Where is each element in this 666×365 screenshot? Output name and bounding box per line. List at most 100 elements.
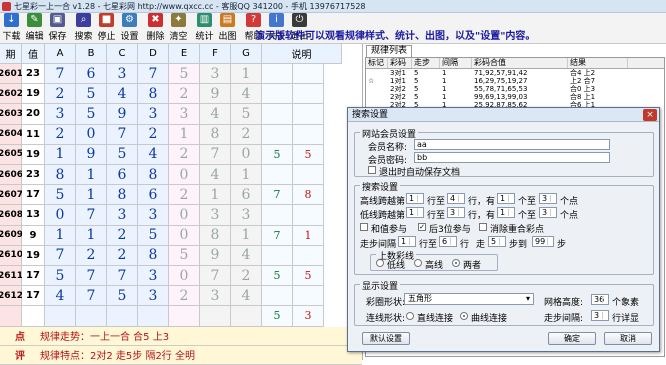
- digit-cell: 9: [107, 104, 138, 125]
- member-name-label: 会员名称:: [368, 143, 408, 153]
- toolbar-button-edit[interactable]: ✎ 编辑: [23, 12, 46, 43]
- last3-participate-checkbox[interactable]: ✓: [418, 223, 426, 231]
- tab-rule-list[interactable]: 规律列表: [366, 45, 413, 57]
- rule-list-cell: 合0 上3: [570, 85, 596, 93]
- connect-curve-radio[interactable]: [460, 312, 468, 320]
- note-cell: 5: [262, 266, 293, 287]
- digit-cell: [200, 306, 231, 327]
- period-cell: 2609: [0, 225, 23, 246]
- digit-cell: 1: [231, 225, 262, 246]
- step-text-4: 步到: [509, 240, 528, 250]
- display-group-label: 显示设置: [360, 279, 401, 292]
- step-text-2: 行: [460, 240, 470, 250]
- sum-value-cell: 19: [22, 84, 45, 105]
- rule-list-cell: 1对1: [390, 77, 406, 85]
- rule-list-column-header[interactable]: 标记: [366, 58, 388, 68]
- step-to-spinner[interactable]: 6: [439, 236, 457, 247]
- digit-cell: 2: [138, 124, 169, 145]
- high-to-count-spinner[interactable]: 3: [539, 193, 557, 204]
- toolbar-button-search[interactable]: ⌕ 搜索: [72, 12, 95, 43]
- save-icon: ▣: [50, 13, 65, 27]
- low-text-4: 个点: [560, 211, 579, 221]
- rule-list-cell: 5: [414, 77, 419, 85]
- digit-cell: 5: [76, 104, 107, 125]
- default-settings-button[interactable]: 默认设置: [362, 332, 410, 345]
- digit-cell: 7: [200, 144, 231, 165]
- toolbar-button-clear[interactable]: ✦ 清空: [167, 12, 190, 43]
- line-both-radio[interactable]: [452, 259, 460, 267]
- digit-cell: 3: [107, 64, 138, 85]
- note-cell: [262, 205, 293, 226]
- digit-cell: 8: [45, 165, 76, 186]
- grid-height-spinner[interactable]: 36: [591, 294, 609, 305]
- digit-cell: 2: [45, 124, 76, 145]
- step-text-3: 走: [476, 240, 486, 250]
- rule-list-column-header[interactable]: 间隔: [440, 58, 472, 68]
- digit-cell: 4: [200, 104, 231, 125]
- autosave-label: 退出时自动保存文档: [379, 168, 461, 178]
- high-line-label: 高线跨越第: [360, 197, 406, 207]
- rule-list-row[interactable]: 2对2 5 1 55,78,71,65,53 合0 上3: [366, 85, 664, 93]
- step-max-spinner[interactable]: 99: [532, 236, 554, 247]
- sum-participate-checkbox[interactable]: [360, 223, 368, 231]
- digit-cell: 5: [169, 245, 200, 266]
- digit-cell: 1: [200, 185, 231, 206]
- step-gap-display-spinner[interactable]: 3: [591, 310, 609, 321]
- rule-list-column-header[interactable]: 走步: [412, 58, 440, 68]
- low-from-count-spinner[interactable]: 1: [497, 207, 515, 218]
- high-from-count-spinner[interactable]: 1: [497, 193, 515, 204]
- note-cell: [293, 64, 324, 85]
- rule-list-column-header[interactable]: 彩码合值: [472, 58, 568, 68]
- period-cell: 2602: [0, 84, 23, 105]
- period-cell: [0, 306, 22, 327]
- close-icon[interactable]: ×: [643, 109, 657, 121]
- note-cell: 7: [262, 225, 293, 246]
- digit-cell: 6: [76, 64, 107, 85]
- rule-list-column-header[interactable]: 彩码: [388, 58, 412, 68]
- remove-overlap-checkbox[interactable]: [479, 223, 487, 231]
- toolbar-button-save[interactable]: ▣ 保存: [46, 12, 69, 43]
- digit-cell: [76, 306, 107, 327]
- shape-select[interactable]: 五角形 ▾: [404, 293, 534, 305]
- column-header: 期: [0, 44, 22, 64]
- rule-list-cell: 3对1: [390, 69, 406, 77]
- note-cell: [293, 286, 324, 307]
- toolbar-button-stop[interactable]: ■ 停止: [95, 12, 118, 43]
- rule-list-row[interactable]: 2对2 5 1 99,69,13,99,03 合8 上1: [366, 93, 664, 101]
- toolbar-button-download[interactable]: ↓ 下载: [0, 12, 23, 43]
- low-from-row-spinner[interactable]: 1: [406, 207, 424, 218]
- low-to-row-spinner[interactable]: 3: [447, 207, 465, 218]
- high-from-row-spinner[interactable]: 1: [406, 193, 424, 204]
- step-from-spinner[interactable]: 1: [398, 236, 416, 247]
- cancel-button[interactable]: 取消: [604, 332, 652, 345]
- column-header: 说明: [262, 44, 342, 64]
- rule-list-row[interactable]: 3对1 5 1 71,92,57,91,42 合4 上2: [366, 69, 664, 77]
- toolbar-button-stats[interactable]: ▥ 统计: [193, 12, 216, 43]
- digit-cell: 2: [169, 144, 200, 165]
- member-password-input[interactable]: bb: [414, 152, 610, 163]
- digit-cell: 3: [200, 286, 231, 307]
- rule-list-row[interactable]: ☆ 1对1 5 1 16,29,75,19,27 上2 合7: [366, 77, 664, 85]
- rule-list-cell: 99,69,13,99,03: [474, 93, 528, 101]
- period-cell: 2604: [0, 124, 23, 145]
- note-cell: [293, 124, 324, 145]
- period-cell: 2610: [0, 245, 23, 266]
- period-cell: 2601: [0, 64, 23, 85]
- ok-button[interactable]: 确定: [548, 332, 596, 345]
- low-to-count-spinner[interactable]: 3: [539, 207, 557, 218]
- member-name-input[interactable]: aa: [414, 139, 610, 150]
- line-low-radio[interactable]: [376, 259, 384, 267]
- autosave-checkbox[interactable]: [368, 166, 376, 174]
- connect-straight-radio[interactable]: [406, 312, 414, 320]
- line-high-radio[interactable]: [414, 259, 422, 267]
- high-to-row-spinner[interactable]: 4: [447, 193, 465, 204]
- digit-cell: 7: [45, 245, 76, 266]
- toolbar-button-settings[interactable]: ⚙ 设置: [118, 12, 141, 43]
- rule-list-column-header[interactable]: 结果: [568, 58, 628, 68]
- toolbar-button-chart[interactable]: ▤ 出图: [216, 12, 239, 43]
- sum-participate-label: 和值参与: [371, 225, 408, 235]
- toolbar-button-delete[interactable]: ✖ 删除: [144, 12, 167, 43]
- high-text-4: 个点: [560, 197, 579, 207]
- step-walk-spinner[interactable]: 5: [488, 236, 506, 247]
- sum-value-cell: 19: [22, 245, 45, 266]
